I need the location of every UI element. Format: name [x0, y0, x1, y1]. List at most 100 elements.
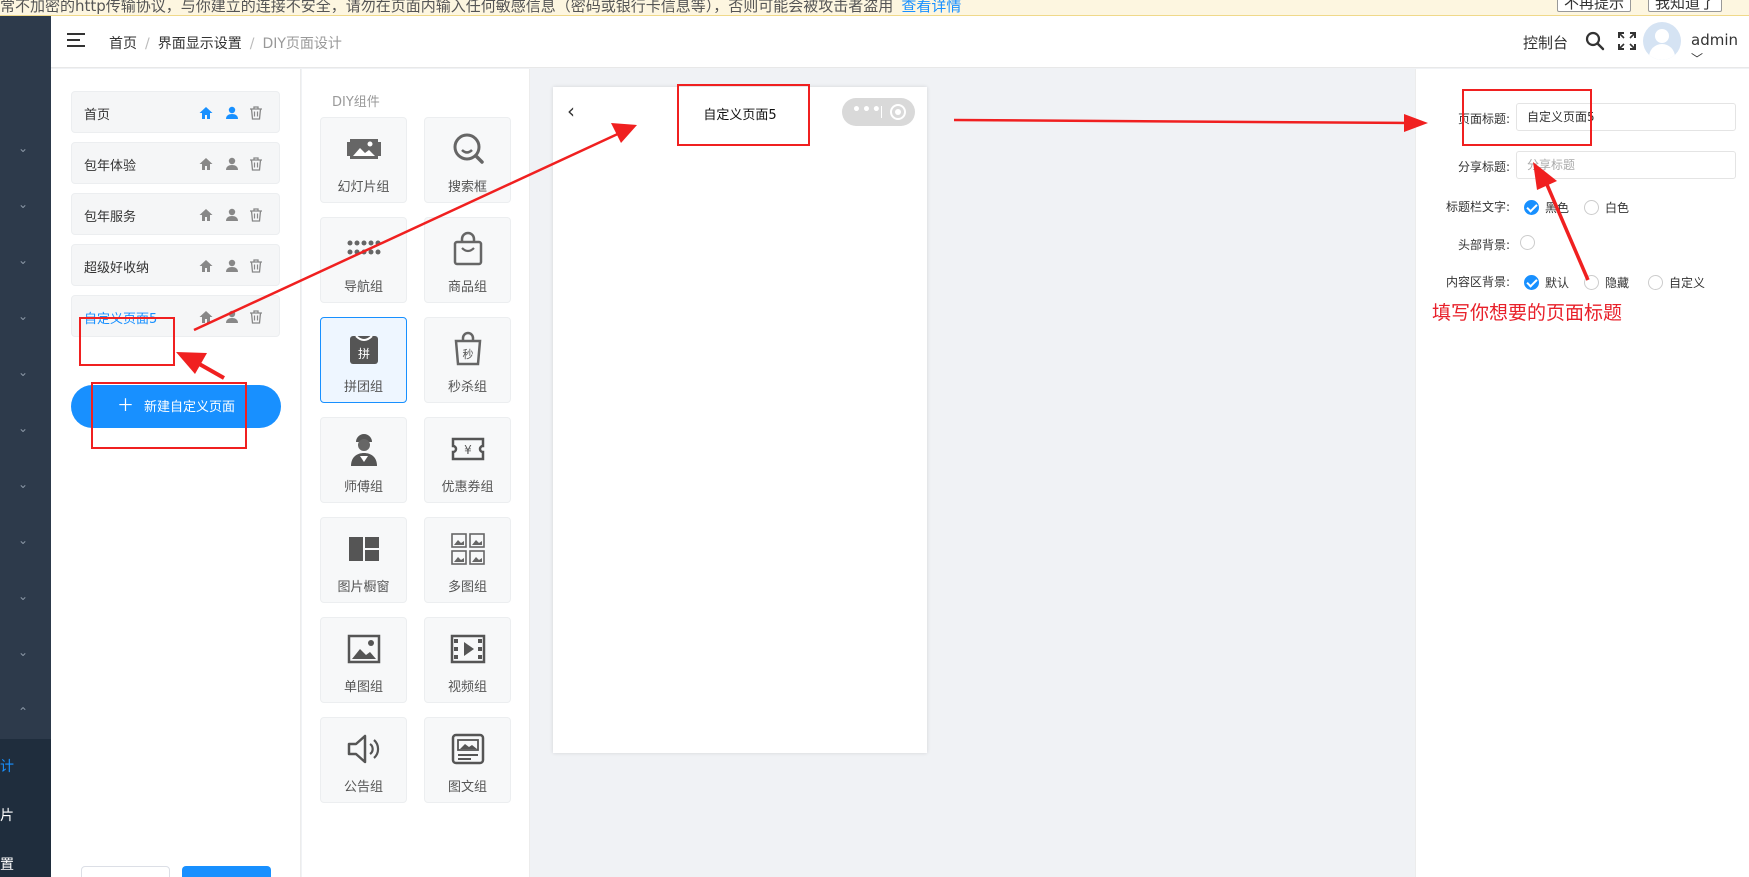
sidebar-item-settings[interactable]: 置: [0, 854, 14, 874]
chevron-up-icon[interactable]: ⌃: [18, 705, 32, 719]
trash-icon[interactable]: [248, 258, 264, 274]
radio-label: 自定义: [1669, 276, 1706, 290]
flash-sale-icon: 秒: [454, 331, 482, 366]
component-coupon[interactable]: ¥ 优惠券组: [424, 417, 511, 503]
content-bg-custom-radio[interactable]: [1648, 275, 1663, 290]
component-announcement[interactable]: 公告组: [320, 717, 407, 803]
component-label: 公告组: [343, 780, 383, 795]
fullscreen-icon[interactable]: [1617, 31, 1637, 51]
trash-icon[interactable]: [248, 156, 264, 172]
svg-text:拼: 拼: [358, 347, 370, 361]
component-flash-sale[interactable]: 秒 秒杀组: [424, 317, 511, 403]
top-header: 首页 / 界面显示设置 / DIY页面设计 控制台 admin ﹀: [51, 16, 1749, 68]
page-item[interactable]: 超级好收纳: [71, 244, 280, 286]
component-goods[interactable]: 商品组: [424, 217, 511, 303]
component-label: 图文组: [447, 780, 487, 795]
chevron-down-icon[interactable]: ⌄: [18, 421, 32, 435]
chevron-down-icon[interactable]: ⌄: [18, 645, 32, 659]
video-icon: [450, 634, 486, 664]
chevron-down-icon[interactable]: ⌄: [18, 589, 32, 603]
menu-toggle-icon[interactable]: [67, 33, 85, 49]
titlebar-white-radio[interactable]: [1584, 200, 1599, 215]
page-item[interactable]: 包年服务: [71, 193, 280, 235]
content-bg-hide-radio[interactable]: [1584, 275, 1599, 290]
search-icon[interactable]: [1585, 31, 1605, 51]
component-multi-image[interactable]: 多图组: [424, 517, 511, 603]
home-icon[interactable]: [198, 207, 214, 223]
component-image-text[interactable]: 图文组: [424, 717, 511, 803]
mini-program-capsule: •••: [842, 98, 915, 126]
page-item-label: 包年服务: [84, 210, 137, 225]
chevron-down-icon[interactable]: ⌄: [18, 365, 32, 379]
security-warning-banner: 常不加密的http传输协议，与你建立的连接不安全，请勿在页面内输入任何敏感信息（…: [0, 0, 1749, 16]
page-item[interactable]: 首页: [71, 91, 280, 133]
console-link[interactable]: 控制台: [1523, 32, 1568, 53]
page-item-label: 首页: [84, 108, 111, 123]
component-nav[interactable]: 导航组: [320, 217, 407, 303]
avatar[interactable]: [1643, 22, 1681, 60]
chevron-down-icon[interactable]: ⌄: [18, 309, 32, 323]
breadcrumb: 首页 / 界面显示设置 / DIY页面设计: [109, 36, 342, 52]
chevron-down-icon[interactable]: ⌄: [18, 477, 32, 491]
trash-icon[interactable]: [248, 309, 264, 325]
component-image-window[interactable]: 图片橱窗: [320, 517, 407, 603]
home-icon[interactable]: [198, 156, 214, 172]
titlebar-black-radio[interactable]: [1524, 200, 1539, 215]
titlebar-text-label: 标题栏文字:: [1445, 200, 1510, 214]
annotation-box-new-button: [91, 382, 247, 449]
svg-text:秒: 秒: [463, 347, 474, 361]
user-icon[interactable]: [224, 207, 240, 223]
user-icon[interactable]: [224, 105, 240, 121]
phone-preview[interactable]: ‹ 自定义页面5 •••: [553, 87, 927, 753]
chevron-down-icon[interactable]: ⌄: [18, 141, 32, 155]
breadcrumb-home[interactable]: 首页: [109, 36, 137, 52]
diy-component-palette: DIY组件 幻灯片组 搜索框 导航组 商品组 拼 拼团组 秒 秒杀组 师傅组 ¥…: [302, 69, 530, 877]
header-bg-label: 头部背景:: [1457, 238, 1510, 252]
chevron-down-icon: ﹀: [1691, 52, 1704, 66]
home-icon[interactable]: [198, 258, 214, 274]
radio-label: 默认: [1545, 276, 1570, 290]
svg-text:¥: ¥: [464, 443, 472, 457]
slideshow-icon: [347, 139, 381, 159]
component-single-image[interactable]: 单图组: [320, 617, 407, 703]
sidebar-item-diy[interactable]: 计: [0, 756, 14, 776]
home-icon[interactable]: [198, 309, 214, 325]
header-bg-radio[interactable]: [1520, 235, 1535, 250]
trash-icon[interactable]: [248, 207, 264, 223]
breadcrumb-display-settings[interactable]: 界面显示设置: [158, 36, 242, 52]
annotation-box-title-input: [1462, 89, 1592, 146]
home-icon[interactable]: [198, 105, 214, 121]
component-label: 图片橱窗: [337, 580, 390, 595]
component-search[interactable]: 搜索框: [424, 117, 511, 203]
component-label: 视频组: [447, 680, 487, 695]
user-icon[interactable]: [224, 156, 240, 172]
trash-icon[interactable]: [248, 105, 264, 121]
user-icon[interactable]: [224, 258, 240, 274]
got-it-button[interactable]: 我知道了: [1648, 0, 1723, 12]
breadcrumb-current: DIY页面设计: [262, 36, 342, 52]
chevron-down-icon[interactable]: ⌄: [18, 253, 32, 267]
share-title-input[interactable]: 分享标题: [1516, 151, 1736, 179]
component-worker[interactable]: 师傅组: [320, 417, 407, 503]
user-menu[interactable]: admin ﹀: [1691, 31, 1749, 67]
component-group-buy[interactable]: 拼 拼团组: [320, 317, 407, 403]
username: admin: [1691, 31, 1738, 49]
banner-detail-link[interactable]: 查看详情: [901, 0, 961, 15]
share-title-label: 分享标题:: [1457, 160, 1510, 174]
single-image-icon: [347, 634, 381, 664]
chevron-down-icon[interactable]: ⌄: [18, 533, 32, 547]
primary-action-button[interactable]: [182, 866, 271, 877]
sidebar-item-image[interactable]: 片: [0, 805, 14, 825]
component-video[interactable]: 视频组: [424, 617, 511, 703]
content-bg-default-radio[interactable]: [1524, 275, 1539, 290]
close-target-icon: [890, 104, 906, 120]
nav-grid-icon: [347, 240, 381, 255]
worker-icon: [351, 434, 377, 466]
user-icon[interactable]: [224, 309, 240, 325]
page-item[interactable]: 包年体验: [71, 142, 280, 184]
secondary-action-button[interactable]: [81, 866, 170, 877]
no-remind-button[interactable]: 不再提示: [1557, 0, 1632, 12]
page-settings-panel: 页面标题: 自定义页面5 分享标题: 分享标题 标题栏文字: 黑色 白色 头部背…: [1415, 69, 1749, 877]
chevron-down-icon[interactable]: ⌄: [18, 197, 32, 211]
component-slideshow[interactable]: 幻灯片组: [320, 117, 407, 203]
